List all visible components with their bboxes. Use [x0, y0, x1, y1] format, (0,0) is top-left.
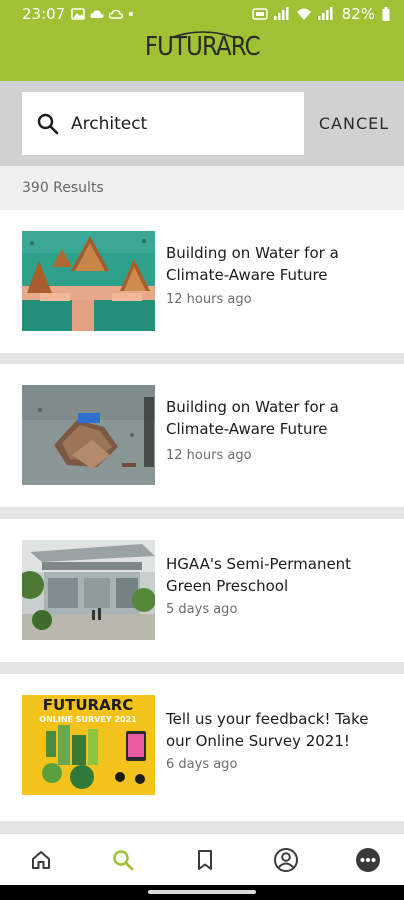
result-card-2[interactable]: Building on Water for a Climate-Aware Fu… [0, 364, 404, 507]
result-time: 6 days ago [166, 757, 238, 772]
search-icon [113, 849, 134, 870]
search-bar: CANCEL [0, 81, 404, 166]
result-title: Tell us your feedback! Take our Online S… [166, 710, 369, 750]
result-card-3[interactable]: HGAA's Semi-Permanent Green Preschool 5 … [0, 519, 404, 662]
search-box[interactable] [22, 92, 304, 155]
status-time: 23:07 [22, 5, 66, 23]
nav-search[interactable] [109, 846, 137, 874]
bookmark-icon [197, 849, 212, 870]
dot-icon [129, 11, 134, 17]
battery-icon [382, 7, 390, 21]
connectivity-icons [251, 7, 335, 21]
status-bar: 23:07 82% [0, 0, 404, 28]
survey-brand-text: FUTURARC [43, 696, 134, 714]
nav-profile[interactable] [272, 846, 300, 874]
image-icon [71, 8, 85, 20]
notification-icons [71, 8, 134, 20]
online-survey-poster-image: FUTURARC ONLINE SURVEY 2021 [22, 695, 155, 795]
survey-title-text: ONLINE SURVEY 2021 [39, 715, 137, 724]
home-icon [32, 850, 50, 869]
nav-home[interactable] [27, 846, 55, 874]
result-title: Building on Water for a Climate-Aware Fu… [166, 398, 339, 438]
cloud-sync-icon [109, 9, 124, 19]
result-card-4[interactable]: FUTURARC ONLINE SURVEY 2021 Tell us your… [0, 674, 404, 821]
gesture-area [0, 885, 404, 900]
nav-bookmarks[interactable] [191, 846, 219, 874]
app-header: 23:07 82% FUTURARC [0, 0, 404, 81]
more-icon [356, 847, 380, 872]
alarm-icon [251, 8, 268, 20]
search-input[interactable] [71, 113, 291, 134]
result-card-1[interactable]: Building on Water for a Climate-Aware Fu… [0, 210, 404, 353]
battery-level: 82% [341, 5, 375, 23]
profile-icon [274, 847, 299, 872]
green-preschool-image [22, 540, 155, 640]
signal-2-icon [317, 7, 333, 20]
debris-on-water-image [22, 385, 155, 485]
result-time: 12 hours ago [166, 448, 252, 463]
home-gesture-bar[interactable] [148, 890, 256, 894]
result-title: Building on Water for a Climate-Aware Fu… [166, 244, 339, 284]
search-icon [37, 113, 59, 134]
result-time: 5 days ago [166, 602, 238, 617]
cloud-icon [90, 10, 104, 18]
result-time: 12 hours ago [166, 292, 252, 307]
results-count: 390 Results [0, 166, 404, 210]
result-title: HGAA's Semi-Permanent Green Preschool [166, 555, 352, 595]
wifi-icon [296, 8, 311, 20]
logo-text: FUTURARC [144, 32, 261, 62]
signal-icon [273, 7, 289, 20]
cancel-button[interactable]: CANCEL [304, 92, 404, 155]
nav-more[interactable] [354, 846, 382, 874]
bottom-navigation [0, 833, 404, 885]
app-logo: FUTURARC [0, 31, 404, 62]
floating-houses-image [22, 231, 155, 331]
